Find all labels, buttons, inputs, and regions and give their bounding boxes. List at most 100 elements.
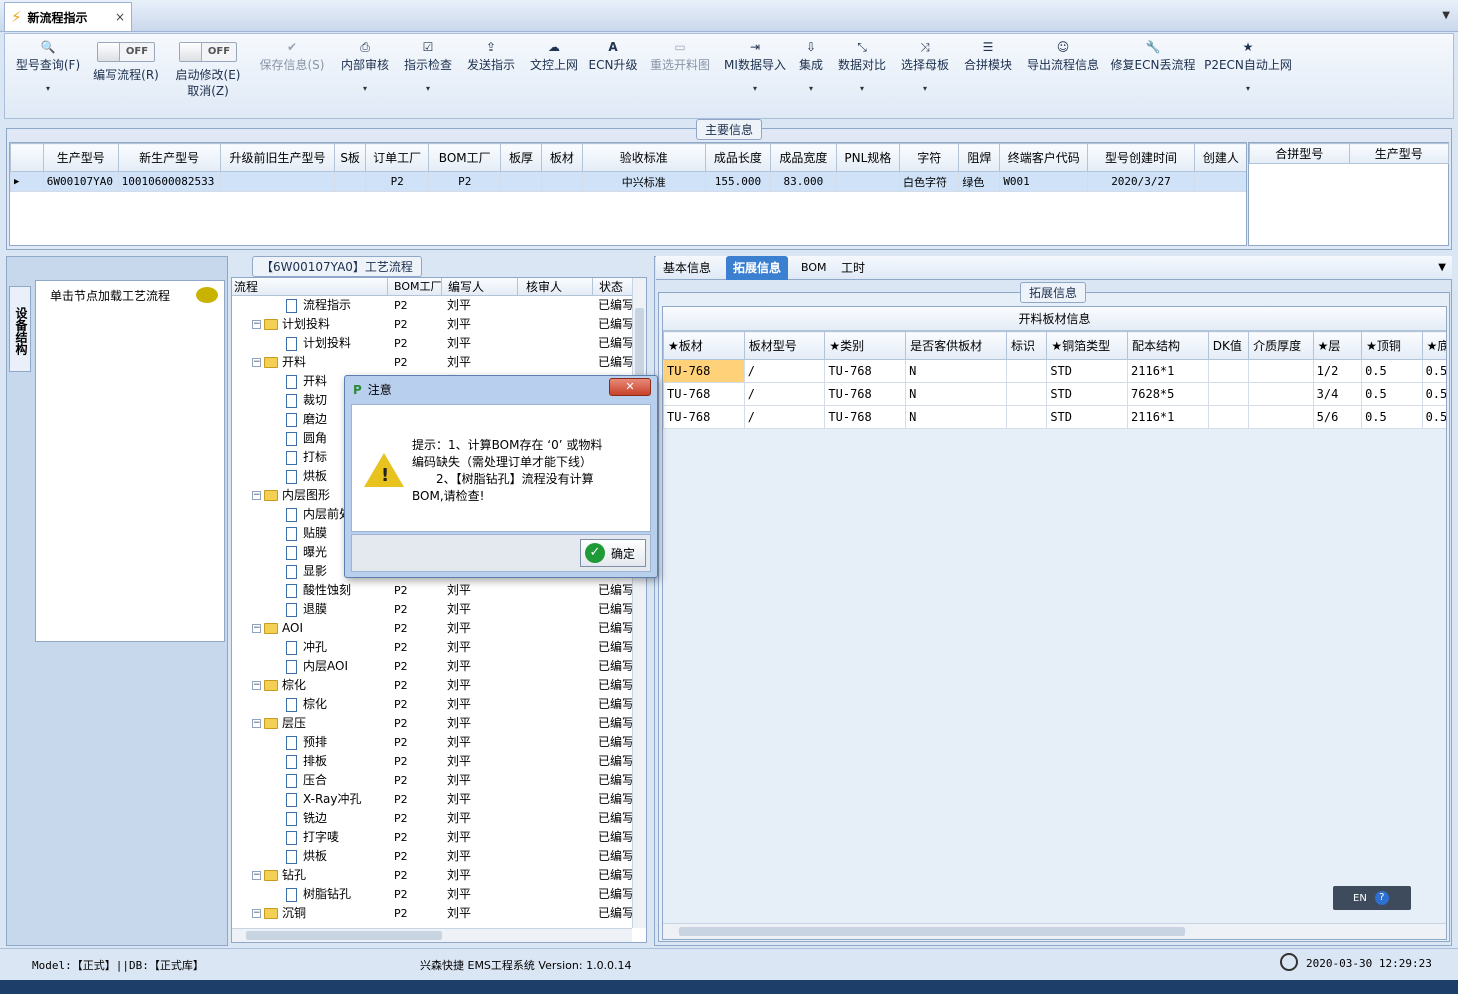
toggle-switch[interactable]: OFF <box>179 42 237 62</box>
table-cell[interactable] <box>1207 405 1250 429</box>
flow-tree-row[interactable]: − 开料 P2 刘平 已编写 <box>232 353 632 372</box>
column-header[interactable]: ★底 <box>1421 331 1446 360</box>
column-header[interactable]: 状态 <box>592 278 623 296</box>
p2ecn-auto-online-button[interactable]: ★ P2ECN自动上网 ▾ <box>1204 34 1292 118</box>
column-header[interactable]: 阻焊 <box>958 143 1001 172</box>
ime-widget[interactable]: EN ? <box>1333 886 1411 910</box>
table-cell[interactable]: STD <box>1046 359 1129 383</box>
collapse-toggle-icon[interactable]: − <box>252 358 261 367</box>
flow-node[interactable]: 退膜 <box>286 600 327 619</box>
flow-node[interactable]: − 层压 <box>252 714 306 733</box>
flow-node[interactable]: − 开料 <box>252 353 306 372</box>
flow-tree-row[interactable]: 冲孔 P2 刘平 已编写 <box>232 638 632 657</box>
flow-tree-row[interactable]: 计划投料 P2 刘平 已编写 <box>232 334 632 353</box>
table-cell[interactable] <box>540 171 583 192</box>
column-header[interactable]: 配本结构 <box>1127 331 1209 360</box>
collapse-toggle-icon[interactable]: − <box>252 909 261 918</box>
flow-tree-row[interactable]: 铣边 P2 刘平 已编写 <box>232 809 632 828</box>
flow-node[interactable]: 流程指示 <box>286 296 351 315</box>
flow-node[interactable]: 压合 <box>286 771 327 790</box>
column-header[interactable]: DK值 <box>1207 331 1250 360</box>
flow-node[interactable]: − 内层图形 <box>252 486 330 505</box>
collapse-toggle-icon[interactable]: − <box>252 719 261 728</box>
table-cell[interactable] <box>1248 382 1314 406</box>
flow-node[interactable]: 裁切 <box>286 391 327 410</box>
column-header[interactable]: PNL规格 <box>835 143 901 172</box>
column-header[interactable]: 编写人 <box>441 278 484 296</box>
column-header[interactable]: 新生产型号 <box>117 143 221 172</box>
flow-node[interactable]: 开料 <box>286 372 327 391</box>
table-cell[interactable] <box>1207 359 1250 383</box>
table-cell[interactable]: N <box>905 405 1007 429</box>
flow-tree-row[interactable]: 树脂钻孔 P2 刘平 已编写 <box>232 885 632 904</box>
table-row[interactable]: TU-768/TU-768 N STD 2116*1 5/6 0.5 0.5 <box>663 405 1446 429</box>
write-flow-toggle[interactable]: OFF 编写流程(R) <box>89 34 163 118</box>
table-cell[interactable]: N <box>905 359 1007 383</box>
column-header[interactable]: 核审人 <box>517 278 562 296</box>
table-cell[interactable]: TU-768 <box>663 405 745 429</box>
flow-tree-row[interactable]: − 层压 P2 刘平 已编写 <box>232 714 632 733</box>
flow-node[interactable]: X-Ray冲孔 <box>286 790 361 809</box>
table-cell[interactable] <box>219 171 336 192</box>
table-cell[interactable]: 中兴标准 <box>581 171 706 192</box>
flow-tree-row[interactable]: − AOI P2 刘平 已编写 <box>232 619 632 638</box>
column-header[interactable]: 创建人 <box>1193 143 1246 172</box>
flow-node[interactable]: 内层AOI <box>286 657 348 676</box>
flow-node[interactable]: − 计划投料 <box>252 315 330 334</box>
flow-node[interactable]: 曝光 <box>286 543 327 562</box>
table-cell[interactable]: 1/2 <box>1312 359 1363 383</box>
table-cell[interactable]: / <box>743 382 826 406</box>
table-cell[interactable]: TU-768 <box>824 359 907 383</box>
column-header[interactable]: ★板材 <box>663 331 745 360</box>
toggle-switch[interactable]: OFF <box>97 42 155 62</box>
table-cell[interactable]: 6W00107YA0 <box>42 171 119 192</box>
flow-node[interactable]: 磨边 <box>286 410 327 429</box>
table-cell[interactable]: 0.5 <box>1361 382 1423 406</box>
tab-basic-info[interactable]: 基本信息 <box>656 256 718 280</box>
flow-tree-row[interactable]: 压合 P2 刘平 已编写 <box>232 771 632 790</box>
column-header[interactable]: 流程 <box>234 278 258 296</box>
table-cell[interactable]: STD <box>1046 405 1129 429</box>
flow-node[interactable]: 铣边 <box>286 809 327 828</box>
table-cell[interactable] <box>500 171 542 192</box>
table-cell[interactable]: / <box>743 359 826 383</box>
table-cell[interactable]: P2 <box>428 171 502 192</box>
column-header[interactable]: BOM工厂 <box>387 278 442 296</box>
tab-list-dropdown-icon[interactable]: ▼ <box>1438 262 1446 273</box>
dialog-close-button[interactable]: ✕ <box>609 378 651 396</box>
column-header[interactable]: ★顶铜 <box>1361 331 1423 360</box>
collapse-toggle-icon[interactable]: − <box>252 491 261 500</box>
flow-node[interactable]: 烘板 <box>286 847 327 866</box>
table-row[interactable]: TU-768/TU-768 N STD 2116*1 1/2 0.5 0.5 <box>663 359 1446 383</box>
table-cell[interactable]: 7628*5 <box>1127 382 1209 406</box>
flow-tree-row[interactable]: 预排 P2 刘平 已编写 <box>232 733 632 752</box>
flow-node[interactable]: 打字唛 <box>286 828 339 847</box>
table-cell[interactable]: 83.000 <box>770 171 837 192</box>
flow-node[interactable]: 显影 <box>286 562 327 581</box>
tab-bom[interactable]: BOM <box>794 256 834 280</box>
table-cell[interactable] <box>1005 405 1048 429</box>
table-cell[interactable]: 155.000 <box>704 171 772 192</box>
column-header[interactable]: 字符 <box>899 143 960 172</box>
table-cell[interactable]: STD <box>1046 382 1129 406</box>
column-header[interactable]: 订单工厂 <box>364 143 430 172</box>
table-cell[interactable]: 5/6 <box>1312 405 1363 429</box>
flow-tree-row[interactable]: 退膜 P2 刘平 已编写 <box>232 600 632 619</box>
scrollbar-thumb[interactable] <box>679 927 1185 936</box>
column-header[interactable]: 生产型号 <box>42 143 119 172</box>
table-cell[interactable]: 3/4 <box>1312 382 1363 406</box>
flow-node[interactable]: − 钻孔 <box>252 866 306 885</box>
table-cell[interactable] <box>1207 382 1250 406</box>
help-icon[interactable]: ? <box>1374 891 1389 905</box>
flow-node[interactable]: 棕化 <box>286 695 327 714</box>
tab-work-hours[interactable]: 工时 <box>834 256 872 280</box>
flow-node[interactable]: 烘板 <box>286 467 327 486</box>
table-cell[interactable]: 2116*1 <box>1127 359 1209 383</box>
flow-tree-row[interactable]: X-Ray冲孔 P2 刘平 已编写 <box>232 790 632 809</box>
start-edit-toggle[interactable]: OFF 启动修改(E) 取消(Z) <box>171 34 245 118</box>
column-header[interactable]: ★铜箔类型 <box>1046 331 1129 360</box>
flow-tree-row[interactable]: − 计划投料 P2 刘平 已编写 <box>232 315 632 334</box>
column-header[interactable]: S板 <box>334 143 366 172</box>
table-cell[interactable]: 0.5 <box>1361 405 1423 429</box>
flow-node[interactable]: 冲孔 <box>286 638 327 657</box>
